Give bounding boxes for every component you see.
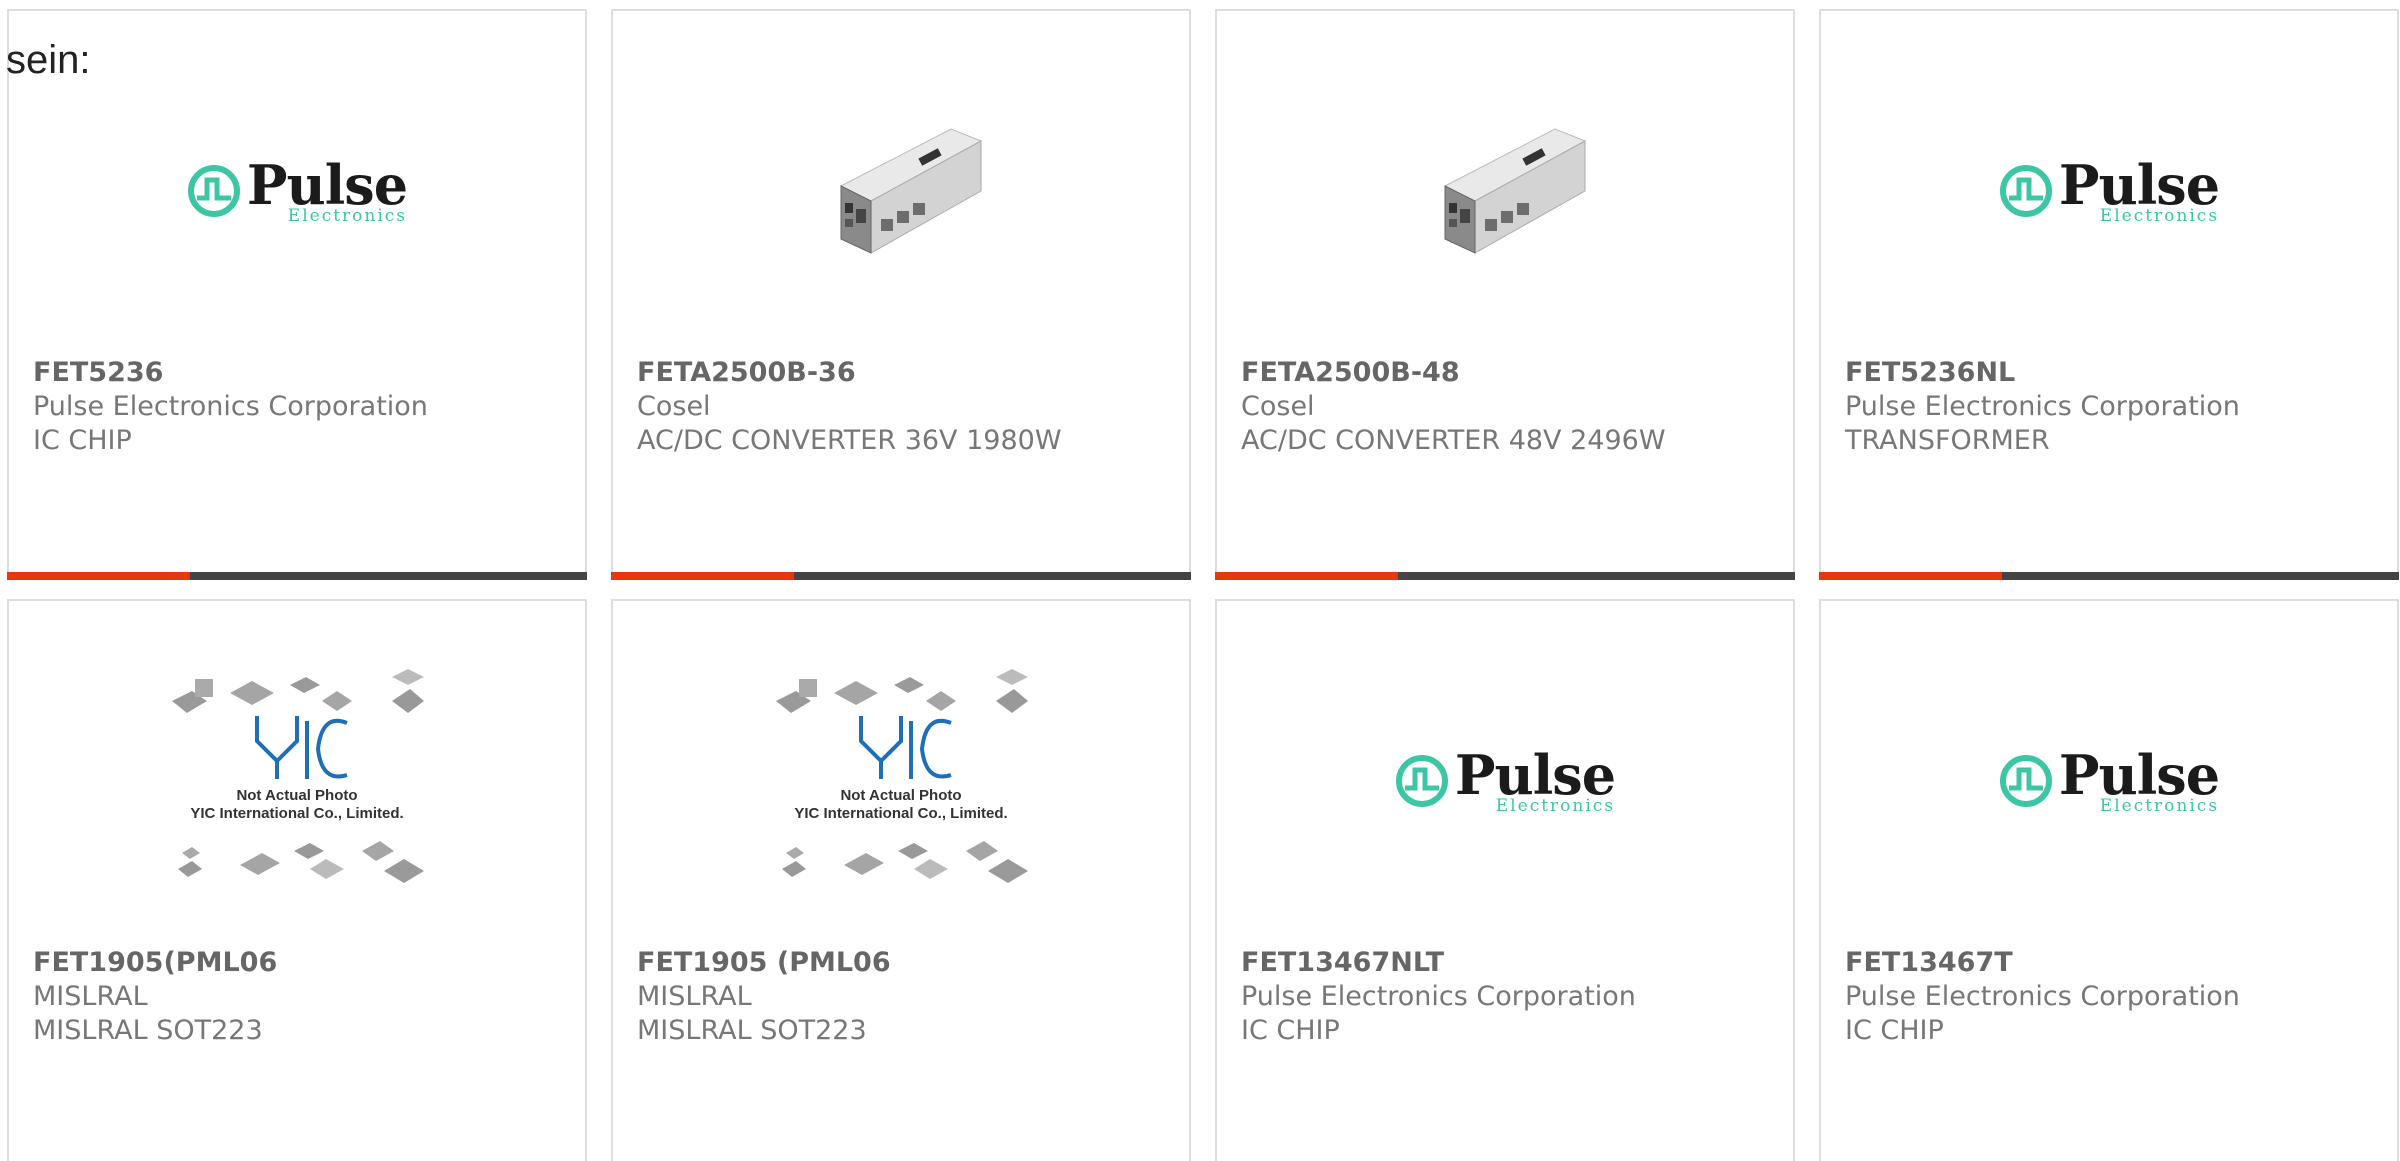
card-bar (7, 572, 587, 580)
product-card[interactable]: FETA2500B-36 Cosel AC/DC CONVERTER 36V 1… (611, 9, 1191, 580)
product-image[interactable]: Pulse Electronics (9, 71, 585, 311)
manufacturer: Pulse Electronics Corporation (1241, 981, 1636, 1012)
part-number-link[interactable]: FET13467NLT (1241, 946, 1769, 980)
chip-collage-icon (172, 669, 424, 883)
pulse-logo-word: Pulse (2058, 742, 2220, 807)
part-number-link[interactable]: FET1905(PML06 (33, 946, 561, 980)
pulse-logo-sub: Electronics (2099, 205, 2220, 226)
product-card[interactable]: Pulse Electronics FET13467T Pulse Electr… (1819, 599, 2399, 1161)
description: MISLRAL SOT223 (33, 1015, 263, 1046)
pulse-mark-icon (1999, 165, 2052, 217)
product-card[interactable]: Pulse Electronics FET5236 Pulse Electron… (7, 9, 587, 580)
product-image[interactable]: Pulse Electronics (1821, 661, 2397, 901)
pulse-logo-word: Pulse (2058, 152, 2220, 217)
card-bar (611, 572, 1191, 580)
product-card[interactable]: Not Actual Photo YIC International Co., … (611, 599, 1191, 1161)
pulse-logo-sub: Electronics (287, 205, 408, 226)
card-bar (1819, 572, 2399, 580)
placeholder-caption-line1: Not Actual Photo (236, 787, 358, 804)
part-number-link[interactable]: FET5236NL (1845, 356, 2373, 390)
pulse-logo-word: Pulse (1454, 742, 1616, 807)
product-image[interactable] (1217, 71, 1793, 311)
product-image[interactable] (613, 71, 1189, 311)
placeholder-caption-line2: YIC International Co., Limited. (794, 805, 1008, 822)
card-bar (1215, 572, 1795, 580)
product-card[interactable]: Pulse Electronics FET5236NL Pulse Electr… (1819, 9, 2399, 580)
product-card[interactable]: Not Actual Photo YIC International Co., … (7, 599, 587, 1161)
power-supply-image (839, 128, 983, 254)
pulse-mark-icon (187, 165, 240, 217)
intro-text: sein: (6, 38, 91, 82)
description: IC CHIP (1241, 1015, 1340, 1046)
description: IC CHIP (1845, 1015, 1944, 1046)
part-number-link[interactable]: FET5236 (33, 356, 561, 390)
pulse-mark-icon (1395, 755, 1448, 807)
chip-collage-icon (776, 669, 1028, 883)
description: AC/DC CONVERTER 36V 1980W (637, 425, 1062, 456)
part-number-link[interactable]: FET13467T (1845, 946, 2373, 980)
product-image[interactable]: Pulse Electronics (1217, 661, 1793, 901)
pulse-logo-word: Pulse (246, 152, 408, 217)
manufacturer: Cosel (637, 391, 711, 422)
description: TRANSFORMER (1845, 425, 2050, 456)
manufacturer: Cosel (1241, 391, 1315, 422)
description: AC/DC CONVERTER 48V 2496W (1241, 425, 1666, 456)
product-card[interactable]: FETA2500B-48 Cosel AC/DC CONVERTER 48V 2… (1215, 9, 1795, 580)
product-image[interactable]: Not Actual Photo YIC International Co., … (613, 661, 1189, 901)
manufacturer: Pulse Electronics Corporation (1845, 981, 2240, 1012)
yic-placeholder-image: Not Actual Photo YIC International Co., … (766, 661, 1036, 901)
part-number-link[interactable]: FET1905 (PML06 (637, 946, 1165, 980)
product-card[interactable]: Pulse Electronics FET13467NLT Pulse Elec… (1215, 599, 1795, 1161)
card-bar-accent (1819, 572, 2002, 580)
page: sein: Pulse Electronics FET5236 Pulse El… (0, 0, 2400, 1161)
yic-placeholder-image: Not Actual Photo YIC International Co., … (162, 661, 432, 901)
description: MISLRAL SOT223 (637, 1015, 867, 1046)
power-supply-image (1443, 128, 1587, 254)
manufacturer: Pulse Electronics Corporation (33, 391, 428, 422)
pulse-electronics-logo: Pulse Electronics (1999, 152, 2220, 226)
placeholder-caption-line1: Not Actual Photo (840, 787, 962, 804)
manufacturer: Pulse Electronics Corporation (1845, 391, 2240, 422)
pulse-electronics-logo: Pulse Electronics (187, 152, 408, 226)
pulse-logo-sub: Electronics (2099, 795, 2220, 816)
description: IC CHIP (33, 425, 132, 456)
manufacturer: MISLRAL (33, 981, 148, 1012)
pulse-electronics-logo: Pulse Electronics (1999, 742, 2220, 816)
card-bar-accent (7, 572, 190, 580)
card-bar-accent (611, 572, 794, 580)
part-number-link[interactable]: FETA2500B-48 (1241, 356, 1769, 390)
card-bar-accent (1215, 572, 1398, 580)
product-image[interactable]: Not Actual Photo YIC International Co., … (9, 661, 585, 901)
product-image[interactable]: Pulse Electronics (1821, 71, 2397, 311)
pulse-logo-sub: Electronics (1495, 795, 1616, 816)
manufacturer: MISLRAL (637, 981, 752, 1012)
pulse-mark-icon (1999, 755, 2052, 807)
pulse-electronics-logo: Pulse Electronics (1395, 742, 1616, 816)
placeholder-caption-line2: YIC International Co., Limited. (190, 805, 404, 822)
part-number-link[interactable]: FETA2500B-36 (637, 356, 1165, 390)
product-grid: Pulse Electronics FET5236 Pulse Electron… (7, 9, 2400, 1161)
